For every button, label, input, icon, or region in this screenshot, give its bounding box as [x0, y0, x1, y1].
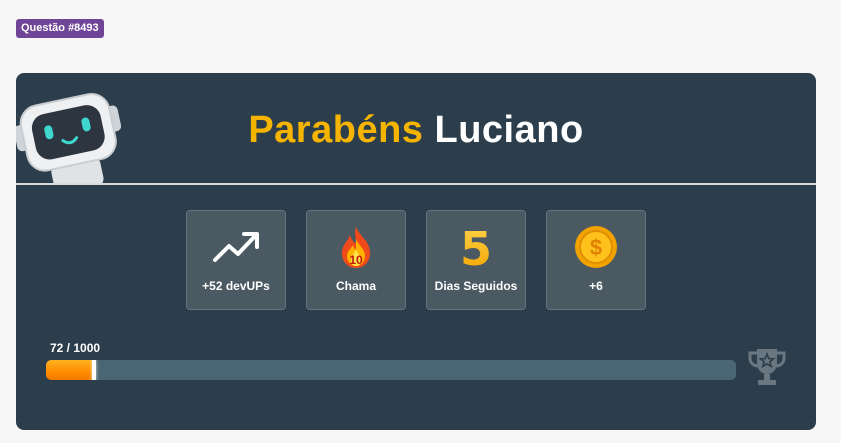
stat-label: +6 [589, 279, 603, 293]
flame-value: 10 [349, 253, 363, 267]
number-five-icon: 5 [460, 225, 492, 269]
congrats-card: Parabéns Luciano +52 devUPs 10 Chama 5 D… [16, 73, 816, 430]
progress-bar [46, 360, 736, 380]
header-divider [16, 183, 816, 185]
stat-card-coins: $ +6 [546, 210, 646, 310]
stat-card-devups: +52 devUPs [186, 210, 286, 310]
flame-icon: 10 [342, 227, 370, 268]
stat-card-streak: 5 Dias Seguidos [426, 210, 526, 310]
trending-up-icon [213, 232, 259, 262]
stat-label: Dias Seguidos [434, 279, 518, 293]
progress-knob [92, 360, 97, 380]
stat-label: +52 devUPs [202, 279, 270, 293]
progress-fill [46, 360, 95, 380]
stats-row: +52 devUPs 10 Chama 5 Dias Seguidos $ +6 [186, 210, 646, 310]
stat-card-flame: 10 Chama [306, 210, 406, 310]
title-word-name: Luciano [434, 109, 584, 151]
title-word-congrats: Parabéns [248, 109, 424, 151]
card-header: Parabéns Luciano [16, 73, 816, 184]
question-badge: Questão #8493 [16, 19, 104, 38]
dollar-coin-icon: $ [575, 226, 617, 268]
stat-label: Chama [335, 279, 376, 293]
trophy-icon [748, 349, 786, 385]
page-title: Parabéns Luciano [16, 109, 816, 152]
progress-label: 72 / 1000 [50, 341, 101, 355]
coin-symbol: $ [590, 235, 602, 260]
streak-value: 5 [460, 225, 492, 269]
